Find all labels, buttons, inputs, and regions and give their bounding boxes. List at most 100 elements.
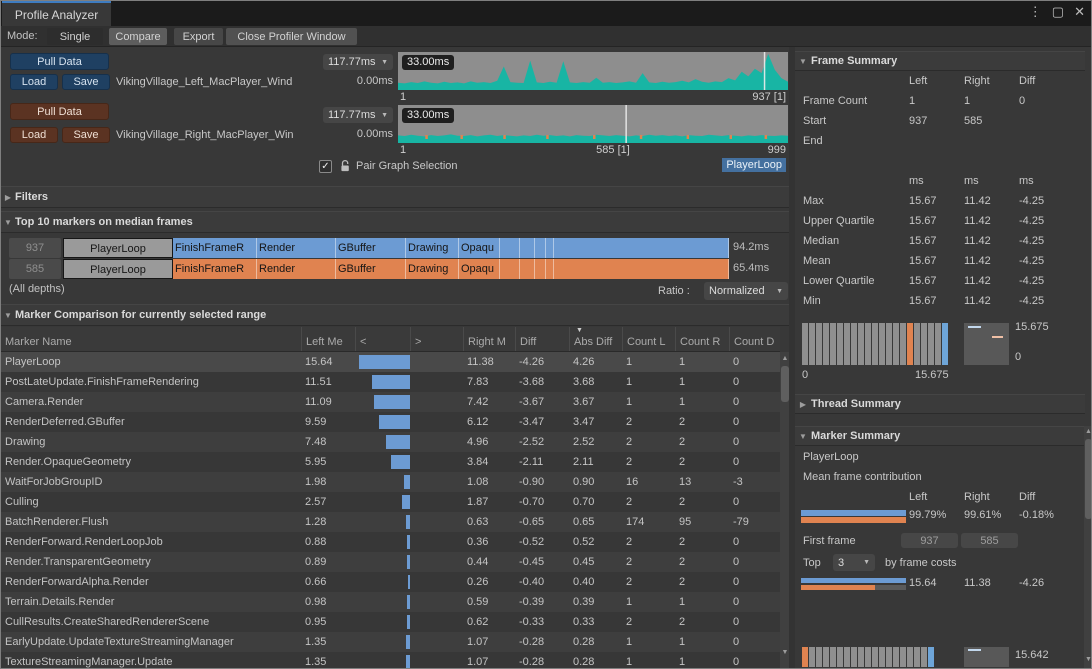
marker-time-histogram[interactable] <box>802 647 934 667</box>
table-row[interactable]: PlayerLoop 15.64 11.38 -4.26 4.26 1 1 0 <box>1 352 780 372</box>
pull-data-left-button[interactable]: Pull Data <box>10 53 109 70</box>
column-header--[interactable]: < <box>355 327 410 351</box>
save-left-button[interactable]: Save <box>62 74 110 90</box>
right-range-dropdown[interactable]: 117.77ms▼ <box>323 107 393 123</box>
table-row[interactable]: Drawing 7.48 4.96 -2.52 2.52 2 2 0 <box>1 432 780 452</box>
histogram-bar <box>802 647 808 667</box>
marker-segment[interactable] <box>500 238 520 258</box>
filters-section-header[interactable]: ▶ Filters <box>1 186 791 208</box>
count-left-cell: 16 <box>622 472 675 492</box>
top10-section-header[interactable]: ▼ Top 10 markers on median frames <box>1 211 791 233</box>
column-header--[interactable]: > <box>410 327 463 351</box>
column-header-right-m[interactable]: Right M <box>463 327 515 351</box>
mode-single-button[interactable]: Single <box>47 28 103 45</box>
scroll-up-icon[interactable]: ▲ <box>1084 428 1092 435</box>
table-row[interactable]: WaitForJobGroupID 1.98 1.08 -0.90 0.90 1… <box>1 472 780 492</box>
left-range-dropdown[interactable]: 117.77ms▼ <box>323 54 393 70</box>
export-button[interactable]: Export <box>174 28 223 45</box>
marker-segment[interactable] <box>554 259 729 279</box>
scrollbar-thumb[interactable] <box>781 366 789 402</box>
marker-segment[interactable] <box>500 259 520 279</box>
marker-summary-header[interactable]: ▼ Marker Summary <box>795 426 1085 446</box>
frame-number-badge[interactable]: 937 <box>9 238 61 258</box>
marker-segment[interactable]: PlayerLoop <box>63 238 173 258</box>
marker-segment[interactable] <box>546 259 554 279</box>
column-header-left-me[interactable]: Left Me <box>301 327 355 351</box>
right-frame-graph[interactable]: 33.00ms <box>398 105 788 143</box>
marker-segment[interactable]: Render <box>257 259 336 279</box>
column-header-count-d[interactable]: Count D <box>729 327 779 351</box>
count-right-cell: 2 <box>675 612 729 632</box>
marker-segment[interactable]: FinishFrameR <box>173 259 257 279</box>
ratio-dropdown[interactable]: Normalized▼ <box>704 282 788 300</box>
marker-segment[interactable] <box>535 238 546 258</box>
comparison-section-header[interactable]: ▼ Marker Comparison for currently select… <box>1 304 791 326</box>
pull-data-right-button[interactable]: Pull Data <box>10 103 109 120</box>
left-filename: VikingVillage_Left_MacPlayer_Wind <box>116 76 316 90</box>
table-row[interactable]: Render.TransparentGeometry 0.89 0.44 -0.… <box>1 552 780 572</box>
right-mean-cell: 7.42 <box>463 392 515 412</box>
close-icon[interactable]: ✕ <box>1074 4 1085 20</box>
column-header-count-l[interactable]: Count L <box>622 327 675 351</box>
table-row[interactable]: BatchRenderer.Flush 1.28 0.63 -0.65 0.65… <box>1 512 780 532</box>
marker-segment[interactable] <box>535 259 546 279</box>
marker-segment[interactable]: FinishFrameR <box>173 238 257 258</box>
table-row[interactable]: Culling 2.57 1.87 -0.70 0.70 2 2 0 <box>1 492 780 512</box>
axis-selection: 585 [1] <box>398 144 788 156</box>
table-row[interactable]: Render.OpaqueGeometry 5.95 3.84 -2.11 2.… <box>1 452 780 472</box>
column-header-marker-name[interactable]: Marker Name <box>1 327 301 351</box>
marker-segment[interactable]: Opaqu <box>459 259 500 279</box>
maximize-icon[interactable]: ▢ <box>1052 4 1064 20</box>
table-row[interactable]: PostLateUpdate.FinishFrameRendering 11.5… <box>1 372 780 392</box>
column-header-diff[interactable]: Diff <box>515 327 569 351</box>
load-right-button[interactable]: Load <box>10 127 58 143</box>
marker-segment[interactable]: GBuffer <box>336 259 406 279</box>
table-row[interactable]: TextureStreamingManager.Update 1.35 1.07… <box>1 652 780 669</box>
selected-marker-label[interactable]: PlayerLoop <box>722 158 786 172</box>
mode-compare-button[interactable]: Compare <box>109 28 167 45</box>
left-bar-cell <box>355 552 410 572</box>
left-frame-graph[interactable]: 33.00ms <box>398 52 788 90</box>
column-header-abs-diff[interactable]: ▼Abs Diff <box>569 327 622 351</box>
frame-number-badge[interactable]: 585 <box>9 259 61 279</box>
frame-time-histogram[interactable] <box>802 323 948 365</box>
tab-title: Profile Analyzer <box>15 8 98 22</box>
marker-segment[interactable]: GBuffer <box>336 238 406 258</box>
dropdown-arrow-icon: ▼ <box>381 59 388 66</box>
marker-segment[interactable] <box>546 238 554 258</box>
scroll-down-icon[interactable]: ▼ <box>1084 656 1092 663</box>
first-frame-left-button[interactable]: 937 <box>901 533 958 548</box>
save-right-button[interactable]: Save <box>62 127 110 143</box>
kebab-menu-icon[interactable]: ⋮ <box>1029 4 1042 20</box>
marker-segment[interactable]: Drawing <box>406 259 459 279</box>
load-left-button[interactable]: Load <box>10 74 58 90</box>
marker-segment[interactable]: PlayerLoop <box>63 259 173 279</box>
summary-row: Lower Quartile15.67 11.42-4.25 <box>803 275 1085 295</box>
marker-segment[interactable]: Drawing <box>406 238 459 258</box>
table-row[interactable]: Camera.Render 11.09 7.42 -3.67 3.67 1 1 … <box>1 392 780 412</box>
column-header-count-r[interactable]: Count R <box>675 327 729 351</box>
summary-scrollbar[interactable]: ▲ ▼ <box>1084 426 1092 669</box>
pair-graph-checkbox[interactable]: ✓ <box>319 160 332 173</box>
table-row[interactable]: RenderDeferred.GBuffer 9.59 6.12 -3.47 3… <box>1 412 780 432</box>
table-row[interactable]: RenderForward.RenderLoopJob 0.88 0.36 -0… <box>1 532 780 552</box>
close-profiler-button[interactable]: Close Profiler Window <box>226 28 357 45</box>
thread-summary-header[interactable]: ▶ Thread Summary <box>795 394 1085 414</box>
right-bar-cell <box>410 632 463 652</box>
scrollbar-thumb[interactable] <box>1085 439 1092 519</box>
marker-segment[interactable]: Render <box>257 238 336 258</box>
marker-segment[interactable] <box>520 259 535 279</box>
frame-summary-header[interactable]: ▼ Frame Summary <box>795 51 1085 71</box>
top-count-dropdown[interactable]: 3▼ <box>833 554 875 571</box>
table-row[interactable]: EarlyUpdate.UpdateTextureStreamingManage… <box>1 632 780 652</box>
table-row[interactable]: Terrain.Details.Render 0.98 0.59 -0.39 0… <box>1 592 780 612</box>
count-left-cell: 2 <box>622 432 675 452</box>
marker-segment[interactable]: Opaqu <box>459 238 500 258</box>
marker-segment[interactable] <box>554 238 729 258</box>
tab-profile-analyzer[interactable]: Profile Analyzer <box>2 1 111 26</box>
table-row[interactable]: CullResults.CreateSharedRendererScene 0.… <box>1 612 780 632</box>
table-row[interactable]: RenderForwardAlpha.Render 0.66 0.26 -0.4… <box>1 572 780 592</box>
first-frame-right-button[interactable]: 585 <box>961 533 1018 548</box>
col-diff: Diff <box>1019 491 1035 503</box>
marker-segment[interactable] <box>520 238 535 258</box>
